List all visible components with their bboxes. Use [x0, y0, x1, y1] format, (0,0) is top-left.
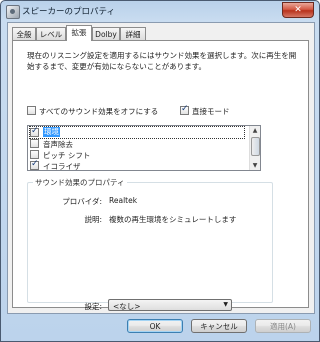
scroll-up-icon[interactable]: ▲ — [250, 126, 260, 135]
tab-dolby[interactable]: Dolby — [92, 27, 120, 40]
window-title: スピーカーのプロパティ — [22, 7, 115, 17]
effect-properties-group: サウンド効果のプロパティ プロバイダ: Realtek 説明: 複数の再生環境を… — [27, 177, 273, 311]
chevron-down-icon: ▼ — [223, 301, 228, 308]
effect-properties-title: サウンド効果のプロパティ — [33, 177, 127, 188]
enhancements-panel: 現在のリスニング設定を適用するにはサウンド効果を選択します。次に再生を開始するま… — [12, 40, 309, 311]
cancel-button[interactable]: キャンセル — [191, 319, 247, 333]
instructions-text: 現在のリスニング設定を適用するにはサウンド効果を選択します。次に再生を開始するま… — [27, 51, 297, 71]
list-item-equalizer[interactable]: イコライザ — [30, 159, 244, 171]
immediate-mode-label[interactable]: 直接モード — [192, 106, 230, 117]
title-bar[interactable]: スピーカーのプロパティ ✕ — [1, 1, 319, 21]
list-item-label: 環境 — [43, 127, 60, 137]
pitch-shift-checkbox[interactable] — [30, 150, 39, 159]
ok-button[interactable]: OK — [127, 319, 183, 333]
list-item-environment[interactable]: 環境 — [29, 126, 245, 139]
speaker-icon — [6, 5, 20, 19]
environment-checkbox[interactable] — [30, 126, 39, 137]
setting-dropdown[interactable]: <なし> ▼ — [108, 299, 232, 311]
description-value: 複数の再生環境をシミュレートします — [109, 215, 237, 224]
dialog-client-area: 全般 レベル 拡張 Dolby 詳細 現在のリスニング設定を適用するにはサウンド… — [7, 22, 315, 314]
close-button[interactable]: ✕ — [282, 2, 314, 18]
list-item-pitch-shift[interactable]: ピッチ シフト — [30, 149, 244, 160]
setting-label: 設定: — [84, 302, 102, 311]
voice-cancellation-checkbox[interactable] — [30, 139, 39, 148]
scroll-down-icon[interactable]: ▼ — [250, 161, 260, 170]
disable-all-effects-label[interactable]: すべてのサウンド効果をオフにする — [39, 106, 158, 117]
disable-all-effects-checkbox[interactable] — [27, 106, 36, 115]
effects-list[interactable]: 環境 音声除去 ピッチ シフト イコライザ ▲ ▼ — [27, 125, 261, 171]
equalizer-checkbox[interactable] — [30, 159, 39, 170]
scroll-thumb[interactable] — [251, 137, 260, 156]
provider-label: プロバイダ: — [62, 197, 102, 206]
tab-general[interactable]: 全般 — [12, 27, 36, 40]
description-label: 説明: — [84, 215, 102, 224]
provider-value: Realtek — [109, 196, 138, 205]
setting-dropdown-value: <なし> — [113, 302, 141, 311]
effects-list-scrollbar[interactable]: ▲ ▼ — [249, 126, 260, 170]
properties-window: スピーカーのプロパティ ✕ 全般 レベル 拡張 Dolby 詳細 現在のリスニン… — [0, 0, 320, 342]
list-item-voice-cancellation[interactable]: 音声除去 — [30, 138, 244, 149]
apply-button[interactable]: 適用(A) — [255, 319, 311, 333]
tab-levels[interactable]: レベル — [36, 27, 66, 40]
list-item-label: イコライザ — [43, 162, 81, 171]
immediate-mode-checkbox[interactable] — [180, 104, 189, 115]
tab-advanced[interactable]: 詳細 — [120, 27, 146, 40]
tab-enhancements[interactable]: 拡張 — [66, 25, 92, 41]
